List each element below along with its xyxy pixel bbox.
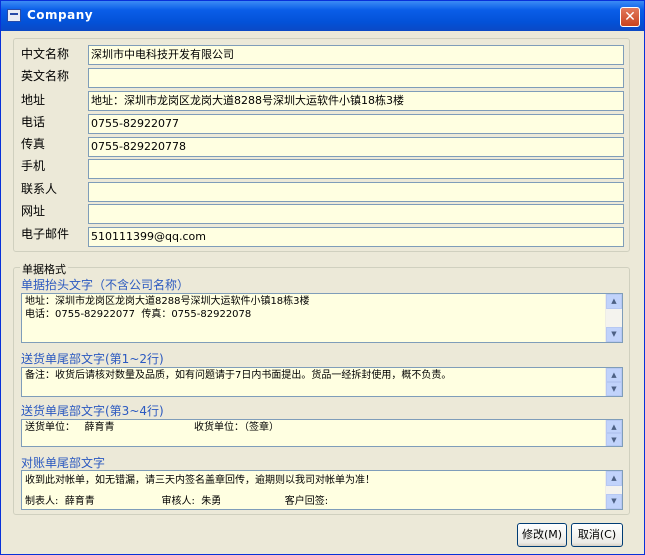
scroll-down-icon[interactable]: ▼ xyxy=(606,382,622,396)
app-window-icon xyxy=(7,9,21,22)
window-title: Company xyxy=(27,8,94,22)
statement-footer-scrollbar[interactable]: ▲ ▼ xyxy=(605,471,622,509)
address-field[interactable]: 地址：深圳市龙岗区龙岗大道8288号深圳大运软件小镇18栋3楼 xyxy=(88,91,624,111)
scroll-up-icon[interactable]: ▲ xyxy=(606,420,622,433)
delivery-footer-3-4-scrollbar[interactable]: ▲ ▼ xyxy=(605,420,622,446)
chinese-name-field[interactable]: 深圳市中电科技开发有限公司 xyxy=(88,45,624,65)
cancel-button[interactable]: 取消(C) xyxy=(571,523,623,547)
close-button[interactable]: ✕ xyxy=(620,7,640,27)
header-text-area[interactable]: 地址：深圳市龙岗区龙岗大道8288号深圳大运软件小镇18栋3楼 电话：0755-… xyxy=(21,293,623,343)
delivery-footer-1-2-area[interactable]: 备注：收货后请核对数量及品质，如有问题请于7日内书面提出。货品一经拆封使用，概不… xyxy=(21,367,623,397)
delivery-footer-1-2-label: 送货单尾部文字(第1~2行) xyxy=(21,352,164,366)
contact-label: 联系人 xyxy=(21,182,58,196)
header-text-label: 单据抬头文字（不含公司名称） xyxy=(21,278,190,292)
contact-field[interactable] xyxy=(88,182,624,202)
header-text-scrollbar[interactable]: ▲ ▼ xyxy=(605,294,622,342)
mobile-label: 手机 xyxy=(21,159,46,173)
header-text-line-2: 电话：0755-82922077 传真：0755-82922078 xyxy=(25,309,252,320)
phone-label: 电话 xyxy=(21,115,46,129)
statement-footer-line-1: 收到此对帐单，如无错漏，请三天内签名盖章回传，逾期则以我司对帐单为准！ xyxy=(25,475,375,486)
english-name-field[interactable] xyxy=(88,68,624,88)
scroll-down-icon[interactable]: ▼ xyxy=(606,433,622,446)
delivery-footer-1-2-scrollbar[interactable]: ▲ ▼ xyxy=(605,368,622,396)
scroll-up-icon[interactable]: ▲ xyxy=(606,471,622,486)
scroll-up-icon[interactable]: ▲ xyxy=(606,368,622,382)
delivery-footer-3-4-label: 送货单尾部文字(第3~4行) xyxy=(21,404,164,418)
title-bar: Company ✕ xyxy=(1,1,644,31)
delivery-footer-1-2-line-1: 备注：收货后请核对数量及品质，如有问题请于7日内书面提出。货品一经拆封使用，概不… xyxy=(25,370,452,381)
document-format-caption: 单据格式 xyxy=(20,261,68,277)
chinese-name-label: 中文名称 xyxy=(21,47,70,61)
delivery-footer-3-4-area[interactable]: 送货单位： 薛育青 收货单位：（签章） ▲ ▼ xyxy=(21,419,623,447)
email-label: 电子邮件 xyxy=(21,227,70,241)
scroll-up-icon[interactable]: ▲ xyxy=(606,294,622,309)
phone-field[interactable]: 0755-82922077 xyxy=(88,114,624,134)
email-field[interactable]: 510111399@qq.com xyxy=(88,227,624,247)
company-window: Company ✕ 中文名称 深圳市中电科技开发有限公司 英文名称 地址 地址：… xyxy=(0,0,645,555)
website-field[interactable] xyxy=(88,204,624,224)
delivery-footer-3-4-line-1: 送货单位： 薛育青 收货单位：（签章） xyxy=(25,422,280,433)
statement-footer-area[interactable]: 收到此对帐单，如无错漏，请三天内签名盖章回传，逾期则以我司对帐单为准！ 制表人:… xyxy=(21,470,623,510)
modify-button[interactable]: 修改(M) xyxy=(517,523,567,547)
english-name-label: 英文名称 xyxy=(21,69,70,83)
fax-label: 传真 xyxy=(21,137,46,151)
website-label: 网址 xyxy=(21,204,46,218)
scroll-down-icon[interactable]: ▼ xyxy=(606,494,622,509)
scroll-down-icon[interactable]: ▼ xyxy=(606,327,622,342)
header-text-line-1: 地址：深圳市龙岗区龙岗大道8288号深圳大运软件小镇18栋3楼 xyxy=(25,296,310,307)
fax-field[interactable]: 0755-829220778 xyxy=(88,137,624,157)
statement-footer-label: 对账单尾部文字 xyxy=(21,456,106,470)
mobile-field[interactable] xyxy=(88,159,624,179)
address-label: 地址 xyxy=(21,93,46,107)
statement-footer-line-2: 制表人: 薛育青 审核人: 朱勇 客户回签: xyxy=(25,496,329,507)
